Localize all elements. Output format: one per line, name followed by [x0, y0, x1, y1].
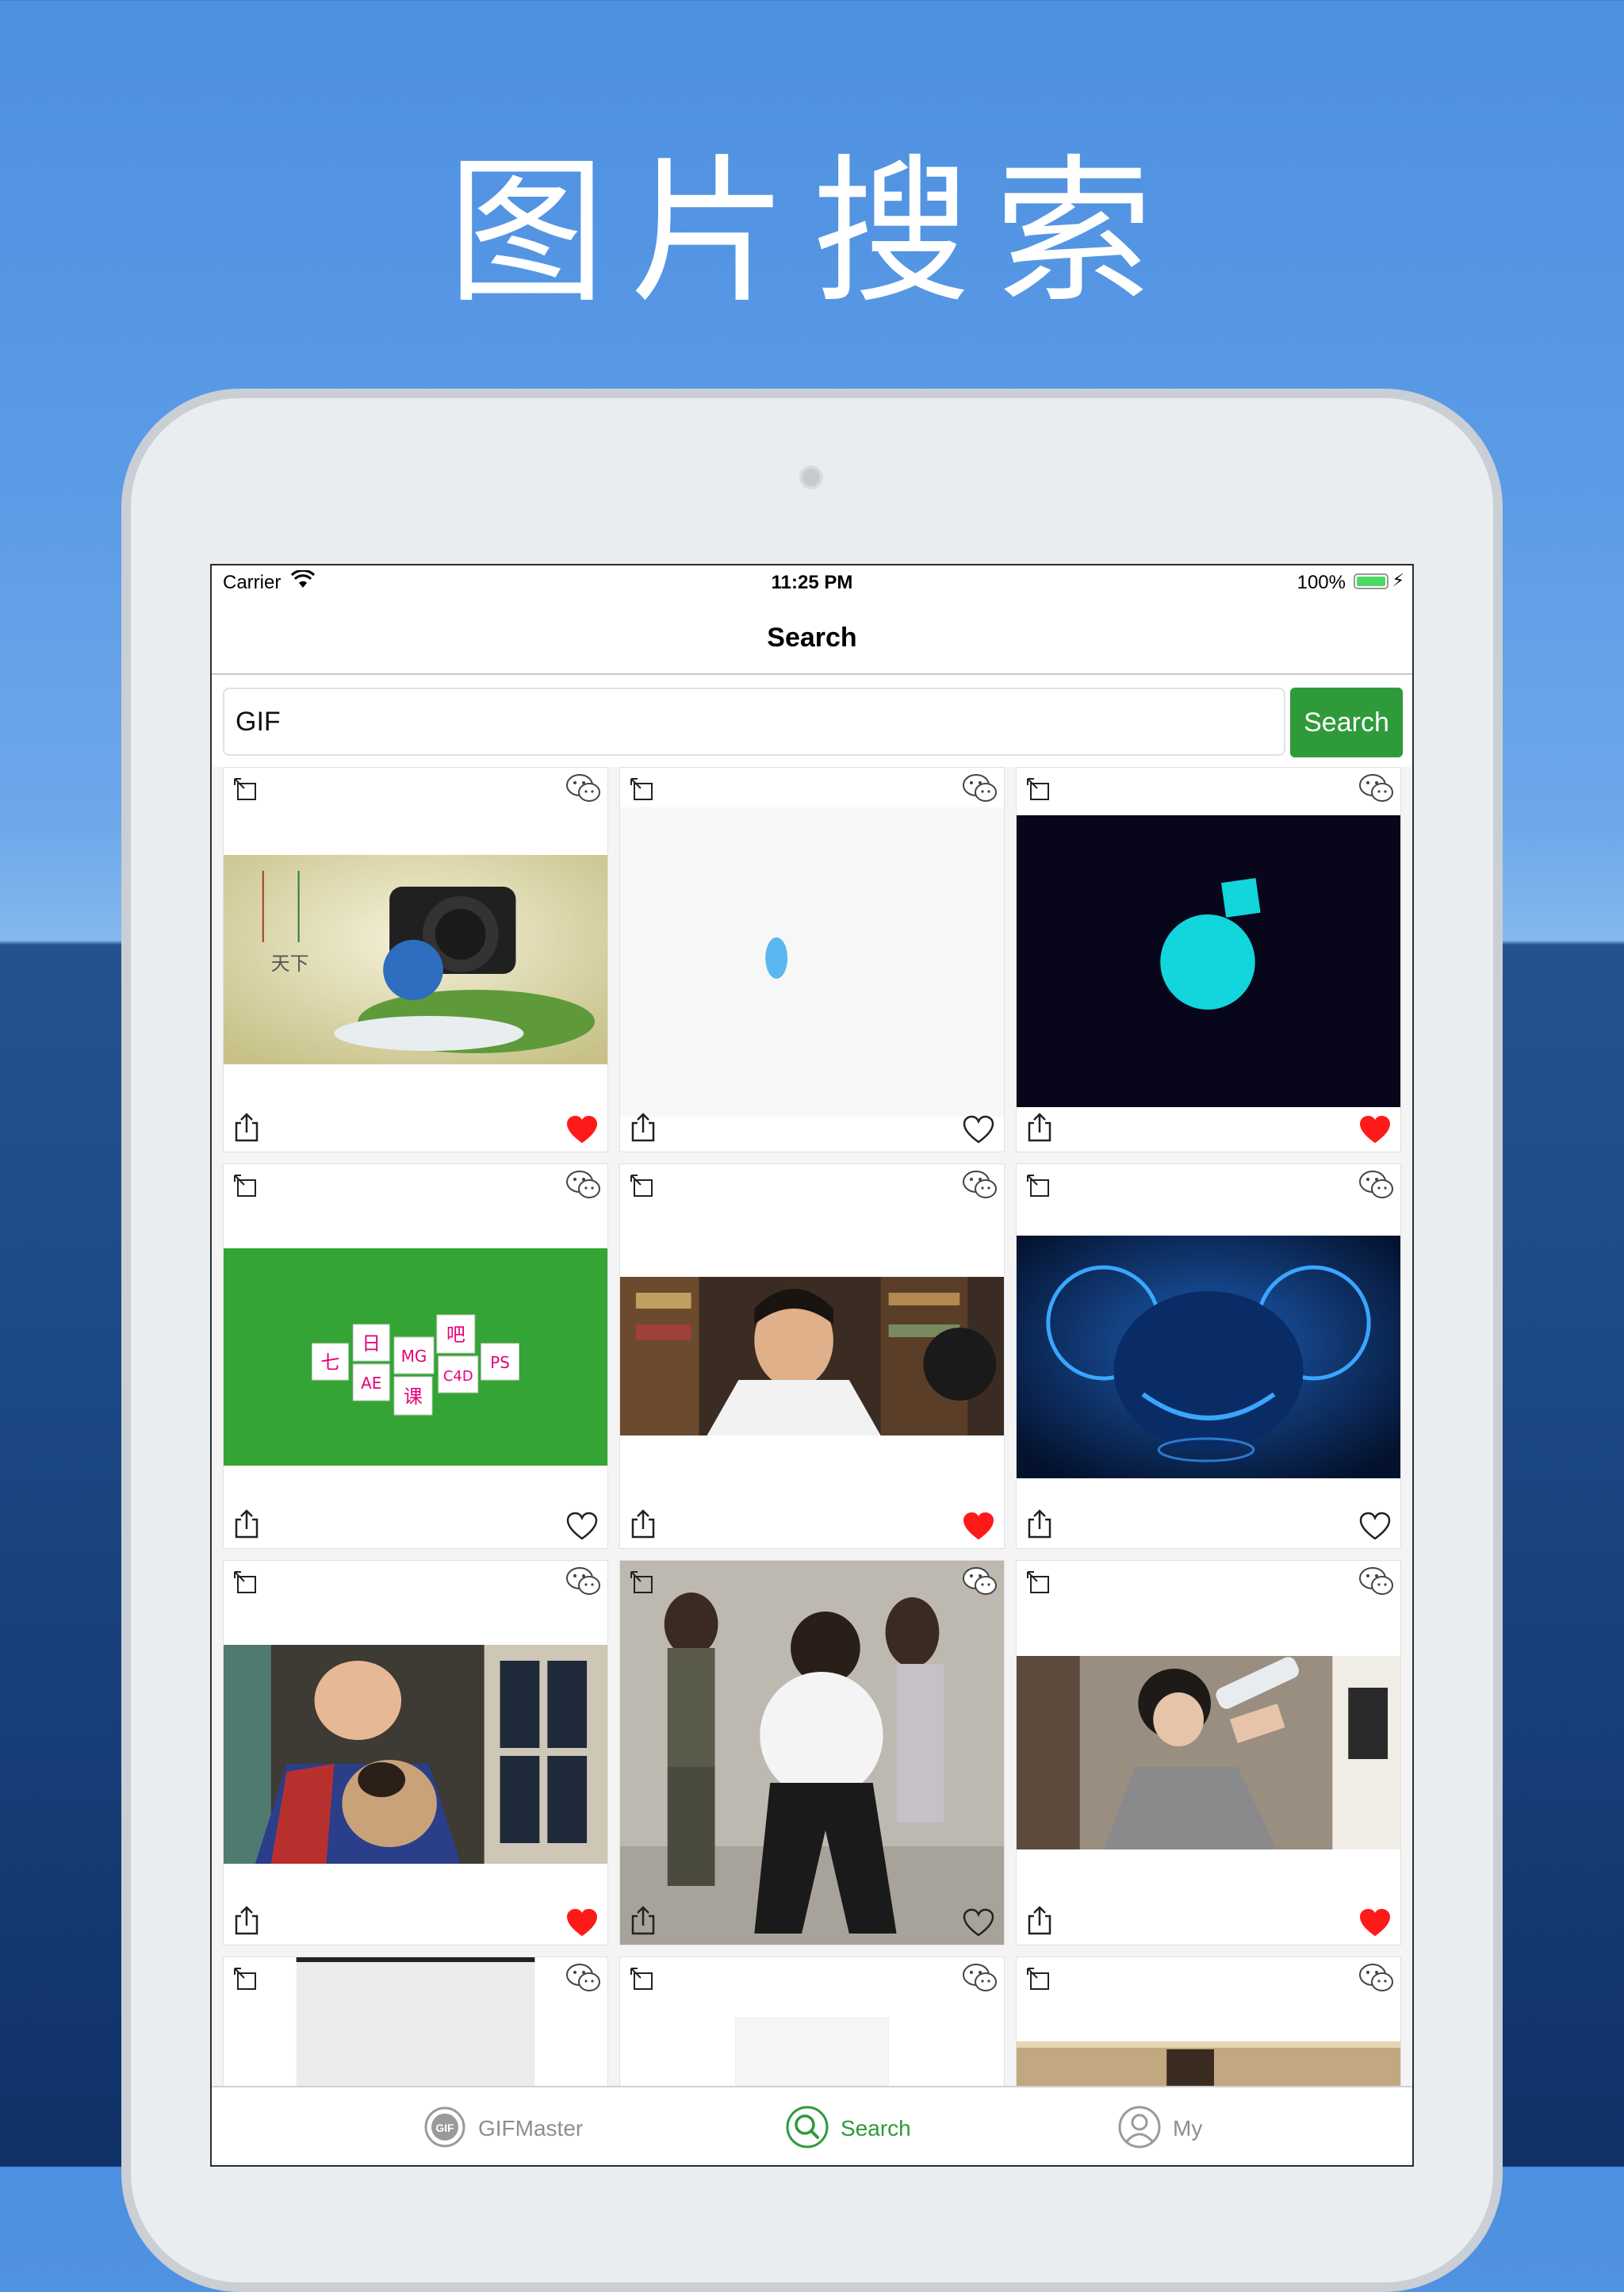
promo-headline: 图片搜索 — [446, 140, 1177, 325]
gif-thumbnail[interactable]: 七 日 MG 吧 AE 课 C4D PS — [224, 1248, 607, 1466]
gif-thumbnail[interactable] — [620, 1277, 1004, 1435]
gif-card[interactable] — [1016, 1163, 1401, 1549]
copy-link-icon[interactable] — [628, 776, 657, 804]
wechat-icon[interactable] — [565, 1566, 603, 1597]
copy-link-icon[interactable] — [628, 1172, 657, 1201]
user-icon — [1118, 2106, 1161, 2148]
wechat-icon[interactable] — [961, 1169, 999, 1201]
copy-link-icon[interactable] — [1025, 1569, 1053, 1597]
wechat-icon[interactable] — [961, 1566, 999, 1597]
front-camera — [799, 466, 823, 489]
copy-link-icon[interactable] — [628, 1569, 657, 1597]
tab-label: Search — [841, 2116, 911, 2141]
wechat-icon[interactable] — [565, 772, 603, 804]
gif-icon: GIF — [424, 2106, 465, 2148]
svg-text:GIF: GIF — [435, 2121, 454, 2134]
svg-text:C4D: C4D — [443, 1368, 473, 1385]
heart-icon[interactable] — [1359, 1115, 1391, 1144]
status-time: 11:25 PM — [771, 572, 853, 593]
wechat-icon[interactable] — [1358, 1169, 1396, 1201]
wechat-icon[interactable] — [1358, 772, 1396, 804]
search-button[interactable]: Search — [1290, 688, 1403, 757]
share-icon[interactable] — [1026, 1508, 1053, 1540]
wechat-icon[interactable] — [961, 1962, 999, 1994]
gif-thumbnail[interactable] — [1017, 1236, 1400, 1478]
wechat-icon[interactable] — [565, 1962, 603, 1994]
battery-icon — [1354, 573, 1388, 589]
page-title: Search — [767, 623, 857, 653]
copy-link-icon[interactable] — [232, 776, 260, 804]
gif-card[interactable] — [1016, 767, 1401, 1152]
tab-bar: GIF GIFMaster Search My — [212, 2086, 1412, 2165]
heart-icon[interactable] — [963, 1115, 994, 1144]
app-screen: Carrier 11:25 PM 100% ⚡ Search Search — [210, 564, 1414, 2167]
svg-text:MG: MG — [401, 1347, 427, 1366]
gif-card[interactable] — [619, 767, 1005, 1152]
copy-link-icon[interactable] — [628, 1965, 657, 1994]
copy-link-icon[interactable] — [1025, 1172, 1053, 1201]
battery-percent: 100% — [1297, 572, 1346, 593]
svg-text:日: 日 — [362, 1332, 381, 1355]
heart-icon[interactable] — [566, 1512, 598, 1540]
copy-link-icon[interactable] — [232, 1965, 260, 1994]
share-icon[interactable] — [1026, 1112, 1053, 1144]
share-icon[interactable] — [233, 1508, 260, 1540]
svg-text:PS: PS — [490, 1353, 510, 1372]
gif-card[interactable] — [619, 1163, 1005, 1549]
share-icon[interactable] — [233, 1905, 260, 1937]
heart-icon[interactable] — [963, 1908, 994, 1937]
gif-thumbnail[interactable] — [1017, 1656, 1400, 1849]
gif-thumbnail[interactable] — [224, 1645, 607, 1864]
share-icon[interactable] — [1026, 1905, 1053, 1937]
heart-icon[interactable] — [963, 1512, 994, 1540]
heart-icon[interactable] — [566, 1908, 598, 1937]
wechat-icon[interactable] — [1358, 1566, 1396, 1597]
svg-text:七: 七 — [321, 1351, 340, 1374]
wechat-icon[interactable] — [1358, 1962, 1396, 1994]
share-icon[interactable] — [630, 1112, 657, 1144]
search-input[interactable] — [223, 688, 1285, 756]
search-icon — [786, 2106, 829, 2148]
status-bar: Carrier 11:25 PM 100% ⚡ — [212, 565, 1412, 599]
tab-label: My — [1173, 2116, 1203, 2141]
heart-icon[interactable] — [566, 1115, 598, 1144]
gif-card[interactable]: 天下 — [223, 767, 608, 1152]
share-icon[interactable] — [630, 1508, 657, 1540]
gif-thumbnail[interactable]: 天下 — [224, 855, 607, 1064]
gif-card[interactable] — [619, 1560, 1005, 1945]
search-row: Search — [212, 675, 1412, 767]
copy-link-icon[interactable] — [1025, 776, 1053, 804]
gif-thumbnail[interactable] — [1017, 815, 1400, 1107]
copy-link-icon[interactable] — [1025, 1965, 1053, 1994]
gif-card[interactable]: 七 日 MG 吧 AE 课 C4D PS — [223, 1163, 608, 1549]
tab-label: GIFMaster — [478, 2116, 584, 2141]
copy-link-icon[interactable] — [232, 1569, 260, 1597]
svg-text:吧: 吧 — [446, 1324, 465, 1346]
svg-text:课: 课 — [404, 1386, 423, 1408]
svg-text:天下: 天下 — [271, 952, 309, 975]
share-icon[interactable] — [233, 1112, 260, 1144]
copy-link-icon[interactable] — [232, 1172, 260, 1201]
heart-icon[interactable] — [1359, 1512, 1391, 1540]
gif-thumbnail[interactable] — [620, 807, 1004, 1117]
gif-card[interactable] — [223, 1560, 608, 1945]
wechat-icon[interactable] — [961, 772, 999, 804]
gif-thumbnail[interactable] — [620, 1561, 1004, 1945]
navigation-bar: Search — [212, 599, 1412, 675]
heart-icon[interactable] — [1359, 1908, 1391, 1937]
charging-icon: ⚡ — [1392, 570, 1404, 590]
svg-text:AE: AE — [361, 1374, 381, 1393]
wechat-icon[interactable] — [565, 1169, 603, 1201]
share-icon[interactable] — [630, 1905, 657, 1937]
gif-card[interactable] — [1016, 1560, 1401, 1945]
